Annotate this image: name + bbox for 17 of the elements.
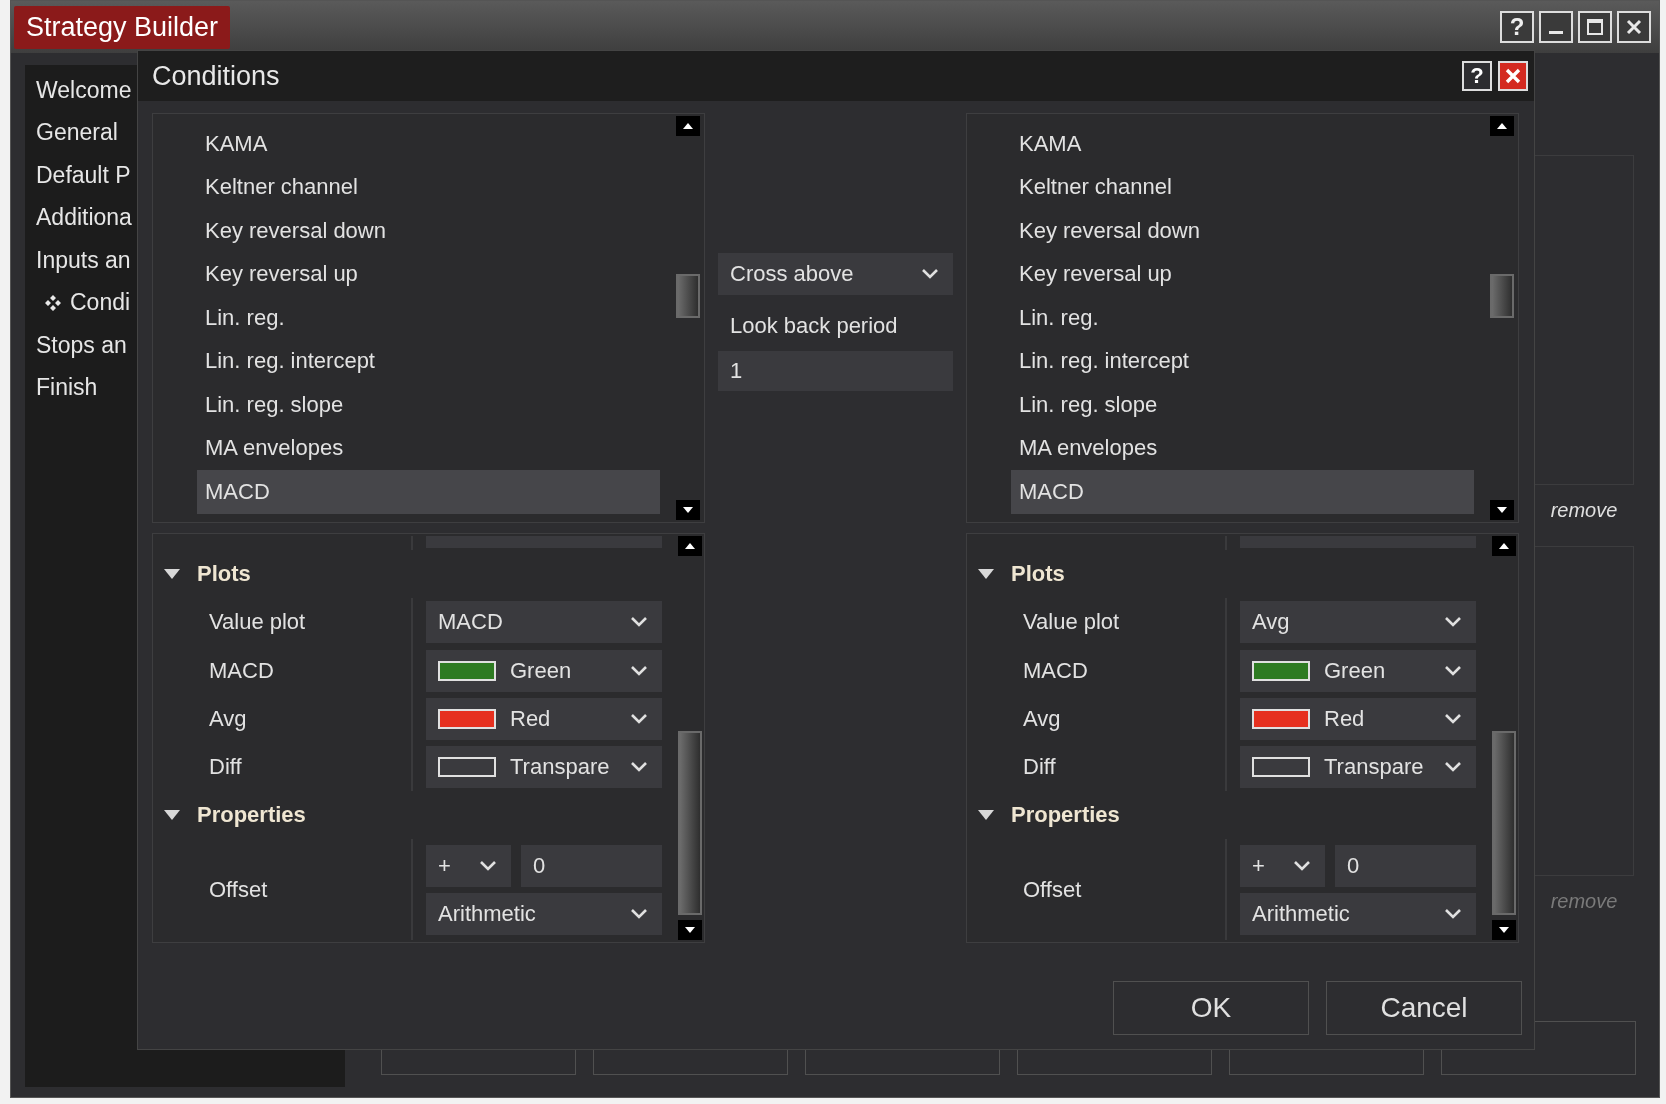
dialog-title: Conditions xyxy=(152,60,280,92)
property-label: MACD xyxy=(209,657,274,684)
property-label: Offset xyxy=(1023,876,1082,903)
section-title: Properties xyxy=(1011,802,1120,829)
section-title: Properties xyxy=(197,802,306,829)
lookback-label: Look back period xyxy=(729,312,899,340)
property-label: Value plot xyxy=(209,609,306,636)
property-label: Avg xyxy=(209,705,247,732)
property-label: Avg xyxy=(1023,705,1061,732)
section-title: Plots xyxy=(197,560,251,587)
property-label: MACD xyxy=(1023,657,1088,684)
window-title: Strategy Builder xyxy=(14,5,231,49)
property-label: Diff xyxy=(1023,754,1056,781)
property-label: Offset xyxy=(209,876,268,903)
property-label: Diff xyxy=(209,754,242,781)
section-title: Plots xyxy=(1011,560,1065,587)
property-label: Value plot xyxy=(1023,609,1120,636)
